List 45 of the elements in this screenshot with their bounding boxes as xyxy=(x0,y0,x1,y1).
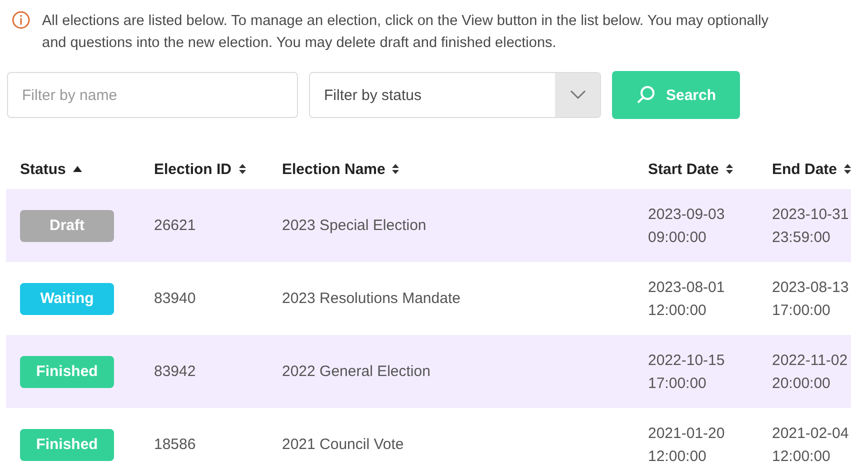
date-text: 2023-10-31 xyxy=(772,204,850,224)
search-icon xyxy=(636,85,656,105)
date-text: 12:00:00 xyxy=(772,446,832,466)
date-text: 12:00:00 xyxy=(648,300,708,320)
info-icon xyxy=(12,11,30,29)
date-text: 20:00:00 xyxy=(772,374,832,394)
table-cell: 26621 xyxy=(154,217,196,234)
status-badge: Waiting xyxy=(20,282,114,314)
status-badge: Finished xyxy=(20,428,114,460)
date-text: 2022-10-15 xyxy=(648,350,726,370)
notice-text: and questions into the new election. You may delete draft and finished elections. xyxy=(42,34,558,53)
date-text: 2023-08-01 xyxy=(648,278,726,298)
column-header[interactable]: Election Name xyxy=(282,160,386,178)
sort-icon[interactable] xyxy=(238,164,246,174)
table-cell: 83942 xyxy=(154,363,196,380)
table-cell: 18586 xyxy=(154,436,196,453)
date-text: 23:59:00 xyxy=(772,228,832,248)
table-cell: 2021 Council Vote xyxy=(282,436,404,453)
date-text: 2023-09-03 xyxy=(648,204,726,224)
status-badge: Draft xyxy=(20,210,114,242)
notice-text: All elections are listed below. To manage an election, click on the View button in the list below. You may optionally xyxy=(42,12,769,31)
sort-icon[interactable] xyxy=(392,164,400,174)
date-text: 2021-01-20 xyxy=(648,424,726,444)
date-text: 2022-11-02 xyxy=(772,350,849,370)
table-cell: 2022 General Election xyxy=(282,363,430,380)
name-filter-field[interactable]: Filter by name xyxy=(7,72,298,118)
table-cell: 2023 Special Election xyxy=(282,217,426,234)
sort-icon[interactable] xyxy=(844,164,851,174)
table-cell: 83940 xyxy=(154,290,196,307)
date-text: 2021-02-04 xyxy=(772,424,850,444)
date-text: 09:00:00 xyxy=(648,228,708,248)
status-badge: Finished xyxy=(20,356,114,388)
date-text: 17:00:00 xyxy=(772,300,832,320)
sort-up-icon[interactable] xyxy=(72,166,82,172)
table-cell: 2023 Resolutions Mandate xyxy=(282,290,460,307)
status-filter-dropdown[interactable]: Filter by status xyxy=(309,72,601,118)
column-header[interactable]: End Date xyxy=(772,160,838,178)
column-header[interactable]: Start Date xyxy=(648,160,719,178)
date-text: 2023-08-13 xyxy=(772,278,850,298)
column-header[interactable]: Status xyxy=(20,160,66,178)
date-text: 17:00:00 xyxy=(648,374,708,394)
sort-icon[interactable] xyxy=(726,164,733,174)
column-header[interactable]: Election ID xyxy=(154,160,232,178)
date-text: 12:00:00 xyxy=(648,446,708,466)
chevron-down-icon xyxy=(570,90,586,100)
